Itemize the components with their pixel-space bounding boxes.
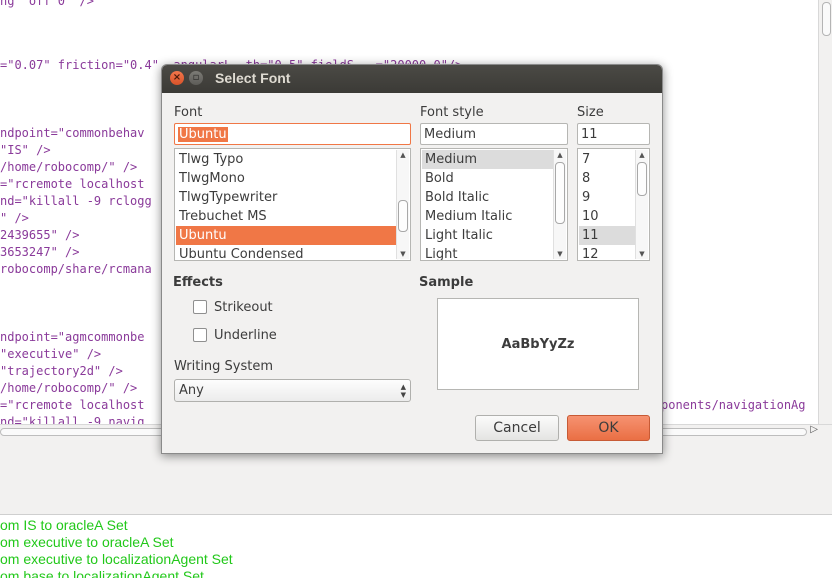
list-item[interactable]: TlwgMono	[176, 169, 396, 188]
list-item[interactable]: Light	[422, 245, 553, 260]
code-line: 2439655" />	[0, 228, 80, 242]
list-item[interactable]: Bold Italic	[422, 188, 553, 207]
writing-system-label: Writing System	[174, 359, 274, 374]
code-line: robocomp/share/rcmana	[0, 262, 152, 276]
editor-vertical-scrollbar[interactable]	[818, 0, 832, 424]
scroll-up-icon[interactable]: ▲	[397, 150, 409, 160]
underline-checkbox[interactable]	[193, 328, 207, 342]
log-line: om IS to oracleA Set	[0, 517, 128, 533]
output-log: om IS to oracleA Set om executive to orac…	[0, 515, 832, 578]
code-line: ="rcremote localhost	[0, 398, 145, 412]
ok-button[interactable]: OK	[567, 415, 650, 441]
font-list-scrollbar[interactable]: ▲ ▼	[396, 150, 409, 259]
scroll-up-icon[interactable]: ▲	[554, 150, 566, 160]
chevron-updown-icon: ▲ ▼	[400, 383, 406, 399]
log-line: om executive to oracleA Set	[0, 534, 174, 550]
dialog-titlebar[interactable]: × ▫ Select Font	[162, 65, 662, 93]
select-font-dialog: × ▫ Select Font Font Ubuntu ▲ ▼ Tlwg Typ…	[161, 64, 663, 454]
list-item[interactable]: 8	[579, 169, 635, 188]
scroll-up-icon[interactable]: ▲	[636, 150, 648, 160]
list-item[interactable]: Tlwg Typo	[176, 150, 396, 169]
scroll-down-icon[interactable]: ▼	[554, 249, 566, 259]
code-line: "executive" />	[0, 347, 102, 361]
size-list-scrollbar[interactable]: ▲ ▼	[635, 150, 648, 259]
list-item[interactable]: TlwgTypewriter	[176, 188, 396, 207]
font-input-value: Ubuntu	[178, 127, 228, 142]
scroll-down-icon[interactable]: ▼	[397, 249, 409, 259]
size-input[interactable]: 11	[577, 123, 650, 145]
strikeout-label[interactable]: Strikeout	[214, 300, 273, 315]
font-style-list-scrollbar[interactable]: ▲ ▼	[553, 150, 566, 259]
code-line: nd="killall -9 rclogg	[0, 194, 152, 208]
list-item[interactable]: Medium Italic	[422, 207, 553, 226]
sample-heading: Sample	[419, 275, 474, 290]
code-line: " />	[0, 211, 29, 225]
code-line: "trajectory2d" />	[0, 364, 123, 378]
code-line: ="rcremote localhost	[0, 177, 145, 191]
list-item[interactable]: Trebuchet MS	[176, 207, 396, 226]
code-line: ndpoint="commonbehav	[0, 126, 145, 140]
scrollbar-thumb[interactable]	[555, 162, 565, 224]
list-item[interactable]: 10	[579, 207, 635, 226]
list-item[interactable]: 11	[579, 226, 635, 245]
list-item[interactable]: Ubuntu	[176, 226, 396, 245]
font-style-list[interactable]: ▲ ▼ Medium Bold Bold Italic Medium Italic Li…	[420, 148, 568, 261]
list-item[interactable]: Light Italic	[422, 226, 553, 245]
code-line: /home/robocomp/" />	[0, 160, 138, 174]
log-line: om base to localizationAgent Set	[0, 568, 204, 578]
scroll-down-icon[interactable]: ▼	[636, 249, 648, 259]
cancel-button[interactable]: Cancel	[475, 415, 559, 441]
size-list[interactable]: ▲ ▼ 7 8 9 10 11 12	[577, 148, 650, 261]
font-label: Font	[174, 105, 203, 120]
strikeout-checkbox[interactable]	[193, 300, 207, 314]
size-label: Size	[577, 105, 604, 120]
close-icon[interactable]: ×	[170, 71, 184, 85]
scrollbar-thumb[interactable]	[822, 2, 831, 36]
dialog-title: Select Font	[215, 70, 291, 86]
code-line: /home/robocomp/" />	[0, 381, 138, 395]
list-item[interactable]: Bold	[422, 169, 553, 188]
underline-label[interactable]: Underline	[214, 328, 277, 343]
code-line-fragment: ponents/navigationAg	[661, 398, 806, 412]
writing-system-value: Any	[179, 383, 204, 398]
log-line: om executive to localizationAgent Set	[0, 551, 233, 567]
code-line: "IS" />	[0, 143, 51, 157]
effects-heading: Effects	[173, 275, 223, 290]
font-input[interactable]: Ubuntu	[174, 123, 411, 145]
list-item[interactable]: 7	[579, 150, 635, 169]
font-list[interactable]: ▲ ▼ Tlwg Typo TlwgMono TlwgTypewriter Trebu…	[174, 148, 411, 261]
writing-system-select[interactable]: Any ▲ ▼	[174, 379, 411, 402]
list-item[interactable]: 9	[579, 188, 635, 207]
list-item[interactable]: Medium	[422, 150, 553, 169]
code-line: nd="killall -9 navig	[0, 415, 145, 424]
minimize-icon[interactable]: ▫	[189, 71, 203, 85]
list-item[interactable]: 12	[579, 245, 635, 260]
scrollbar-thumb[interactable]	[637, 162, 647, 196]
sample-preview: AaBbYyZz	[437, 298, 639, 390]
sample-text: AaBbYyZz	[501, 337, 575, 352]
code-line: 3653247" />	[0, 245, 80, 259]
list-item[interactable]: Ubuntu Condensed	[176, 245, 396, 260]
code-line: ng off 0 "/>	[0, 0, 94, 8]
scrollbar-thumb[interactable]	[398, 200, 408, 232]
font-style-input[interactable]: Medium	[420, 123, 568, 145]
scroll-right-icon[interactable]: ▷	[810, 424, 818, 435]
font-style-label: Font style	[420, 105, 484, 120]
code-line: ndpoint="agmcommonbe	[0, 330, 145, 344]
